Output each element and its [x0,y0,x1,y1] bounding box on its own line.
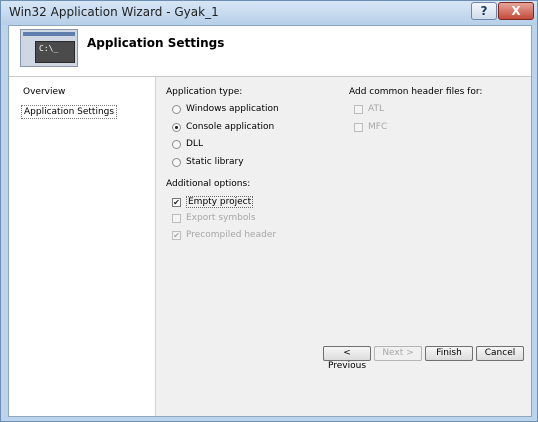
checkbox-box[interactable] [172,213,181,223]
next-button[interactable]: Next > [374,346,422,361]
checkbox-box[interactable] [354,104,363,114]
cancel-button[interactable]: Cancel [476,346,524,361]
radio-circle[interactable] [172,122,181,132]
radio-label: Console application [186,122,275,132]
checkbox-box[interactable]: ✔ [172,230,181,240]
checkbox-box[interactable] [354,122,363,132]
radio-dll[interactable]: DLL [172,139,203,149]
checkbox-label: Empty project [186,196,254,208]
header-files-label: Add common header files for: [349,87,483,97]
application-type-label: Application type: [166,87,243,97]
radio-label: DLL [186,139,203,149]
checkbox-label: MFC [368,122,388,132]
additional-options-label: Additional options: [166,179,251,189]
banner: C:\_ Application Settings [9,26,531,77]
radio-windows-application[interactable]: Windows application [172,104,279,114]
page-title: Application Settings [87,36,225,50]
help-button[interactable]: ? [471,2,497,20]
checkbox-export-symbols[interactable]: Export symbols [172,213,256,223]
finish-button[interactable]: Finish [425,346,473,361]
window-strip [23,32,75,36]
radio-static-library[interactable]: Static library [172,157,244,167]
checkbox-precompiled-header[interactable]: ✔ Precompiled header [172,230,276,240]
console-icon: C:\_ [35,41,75,63]
checkbox-mfc[interactable]: MFC [354,122,387,132]
radio-console-application[interactable]: Console application [172,122,274,132]
window-title: Win32 Application Wizard - Gyak_1 [9,5,219,19]
radio-circle[interactable] [172,157,181,167]
radio-label: Static library [186,157,244,167]
console-app-image: C:\_ [20,29,78,67]
checkbox-box[interactable]: ✔ [172,197,181,207]
checkbox-atl[interactable]: ATL [354,104,384,114]
close-button[interactable]: X [498,2,534,20]
checkbox-label: Export symbols [186,213,256,223]
nav-item-application-settings[interactable]: Application Settings [21,105,118,119]
checkbox-label: Precompiled header [186,230,277,240]
radio-circle[interactable] [172,139,181,149]
wizard-window: Win32 Application Wizard - Gyak_1 ? X C:… [0,0,538,422]
wizard-client: C:\_ Application Settings Overview Appli… [8,25,532,417]
checkbox-empty-project[interactable]: ✔ Empty project [172,196,254,208]
title-bar[interactable]: Win32 Application Wizard - Gyak_1 ? X [1,1,537,25]
checkbox-label: ATL [368,104,384,114]
previous-button[interactable]: < Previous [323,346,371,371]
nav-item-overview[interactable]: Overview [23,87,65,97]
nav-pane: Overview Application Settings [9,77,156,416]
radio-circle[interactable] [172,104,181,114]
radio-label: Windows application [186,104,279,114]
